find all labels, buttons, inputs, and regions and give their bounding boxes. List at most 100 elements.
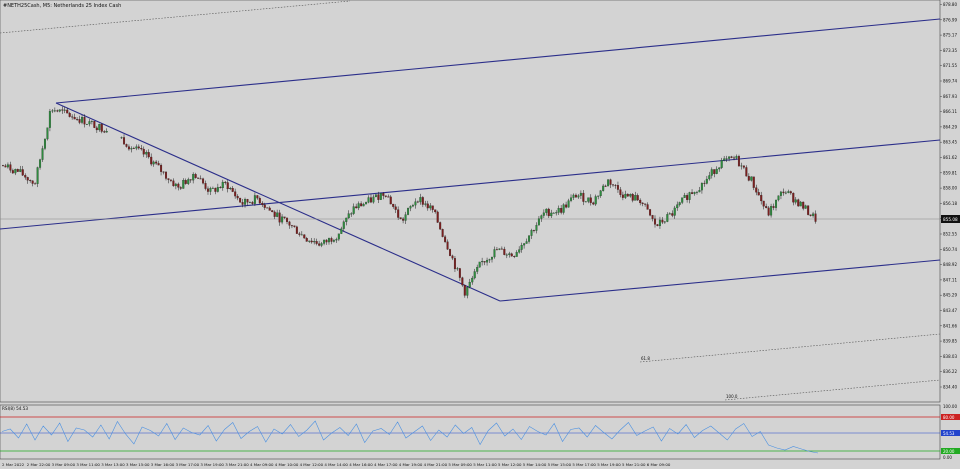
candle-body[interactable] [681,197,684,203]
candle-body[interactable] [478,261,481,268]
candle-body[interactable] [145,152,148,155]
candle-body[interactable] [710,169,713,176]
candle-body[interactable] [219,187,222,189]
candle-body[interactable] [812,213,815,216]
candle-body[interactable] [197,177,200,179]
candle-body[interactable] [498,248,501,250]
candle-body[interactable] [382,193,385,196]
candle-body[interactable] [683,195,686,198]
candle-body[interactable] [214,187,217,192]
candle-body[interactable] [555,212,558,214]
candle-body[interactable] [804,205,807,209]
candle-body[interactable] [357,203,360,209]
candle-body[interactable] [597,195,600,197]
candle-body[interactable] [379,193,382,200]
candle-body[interactable] [695,191,698,193]
candle-body[interactable] [542,212,545,216]
candle-body[interactable] [323,239,326,244]
candle-body[interactable] [449,249,452,256]
trading-chart[interactable]: #NETH25Cash, M5: Netherlands 25 Index Ca… [0,0,960,469]
candle-body[interactable] [345,217,348,222]
candle-body[interactable] [140,148,143,150]
candle-body[interactable] [248,202,251,203]
candle-body[interactable] [456,268,459,270]
candle-body[interactable] [206,188,209,192]
candle-body[interactable] [268,207,271,211]
candle-body[interactable] [169,179,172,181]
candle-body[interactable] [24,175,27,178]
candle-body[interactable] [809,214,812,216]
candle-body[interactable] [446,241,449,250]
candle-body[interactable] [160,164,163,172]
candle-body[interactable] [258,198,261,204]
candle-body[interactable] [589,197,592,203]
candle-body[interactable] [807,205,810,215]
candle-body[interactable] [649,209,652,216]
candle-body[interactable] [192,174,195,181]
candle-body[interactable] [594,196,597,205]
candle-body[interactable] [216,187,219,192]
candle-body[interactable] [61,109,64,111]
candle-body[interactable] [525,241,528,244]
candle-body[interactable] [468,281,471,288]
candle-body[interactable] [762,200,765,207]
candle-body[interactable] [513,256,516,257]
candle-body[interactable] [604,185,607,187]
candle-body[interactable] [150,156,153,165]
candle-body[interactable] [155,161,158,164]
candle-body[interactable] [103,131,106,133]
candle-body[interactable] [483,261,486,263]
candle-body[interactable] [520,244,523,250]
candle-body[interactable] [777,195,780,201]
candle-body[interactable] [557,208,560,213]
candle-body[interactable] [389,196,392,205]
candle-body[interactable] [463,284,466,296]
candle-body[interactable] [414,201,417,206]
candle-body[interactable] [567,200,570,208]
candle-body[interactable] [691,192,694,194]
candle-body[interactable] [626,193,629,197]
candle-body[interactable] [355,206,358,209]
candle-body[interactable] [347,213,350,219]
candle-body[interactable] [552,212,555,214]
candle-body[interactable] [98,124,101,131]
candle-body[interactable] [231,188,234,192]
candle-body[interactable] [340,228,343,234]
candle-body[interactable] [720,160,723,168]
candle-body[interactable] [29,180,32,181]
candle-body[interactable] [229,188,232,190]
candle-body[interactable] [495,249,498,251]
candle-body[interactable] [421,197,424,205]
candle-body[interactable] [39,159,42,168]
candle-body[interactable] [705,178,708,184]
candle-body[interactable] [431,205,434,210]
candle-body[interactable] [631,194,634,201]
candle-body[interactable] [332,240,335,242]
candle-body[interactable] [142,148,145,155]
candle-body[interactable] [300,234,303,236]
candle-body[interactable] [221,181,224,189]
candle-body[interactable] [644,203,647,205]
candle-body[interactable] [9,164,12,171]
candle-body[interactable] [337,233,340,240]
candle-body[interactable] [441,229,444,237]
candle-body[interactable] [424,203,427,205]
candle-body[interactable] [673,207,676,216]
candle-body[interactable] [11,170,14,174]
candle-body[interactable] [641,202,644,204]
candle-body[interactable] [728,156,731,159]
candle-body[interactable] [295,226,298,234]
candle-body[interactable] [444,236,447,242]
candle-body[interactable] [661,219,664,223]
candle-body[interactable] [51,110,54,112]
candle-body[interactable] [266,207,269,209]
candle-body[interactable] [508,253,511,255]
candle-body[interactable] [239,197,242,203]
candle-body[interactable] [88,121,91,125]
candle-body[interactable] [678,202,681,205]
candle-body[interactable] [71,116,74,118]
candle-body[interactable] [73,117,76,120]
candle-body[interactable] [281,216,284,223]
candle-body[interactable] [723,158,726,161]
candle-body[interactable] [607,179,610,187]
